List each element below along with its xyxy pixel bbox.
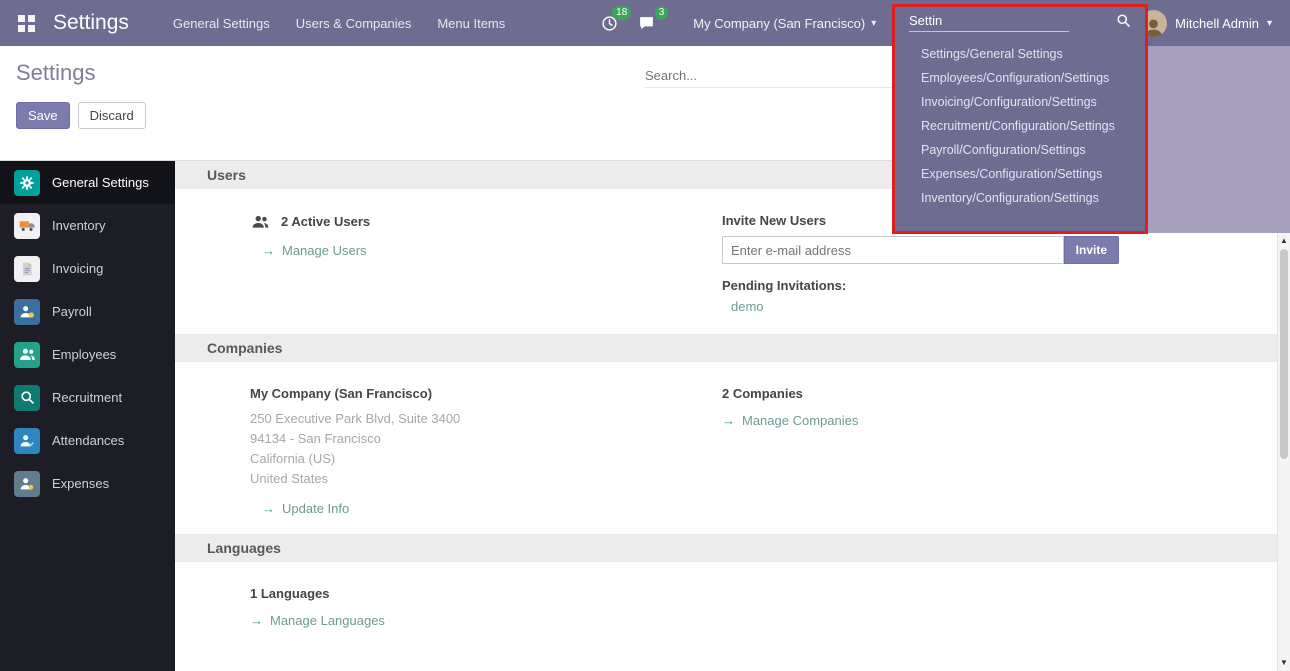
companies-count: 2 Companies xyxy=(722,386,1290,401)
company-display-name: My Company (San Francisco) xyxy=(250,386,722,401)
suggestion-item[interactable]: Invoicing/Configuration/Settings xyxy=(895,90,1145,114)
suggestion-item[interactable]: Recruitment/Configuration/Settings xyxy=(895,114,1145,138)
settings-content: Users 2 Active Users → Manage Users Invi… xyxy=(175,161,1290,671)
settings-sidebar: General Settings Inventory Invoicing Pay… xyxy=(0,161,175,671)
search-icon xyxy=(1116,13,1131,28)
pending-invitations-label: Pending Invitations: xyxy=(722,278,1290,293)
chevron-down-icon: ▾ xyxy=(871,18,876,29)
arrow-right-icon: → xyxy=(722,413,735,428)
navbar-menus: General Settings Users & Companies Menu … xyxy=(173,16,505,31)
apps-grid-icon[interactable] xyxy=(18,15,35,32)
save-button[interactable]: Save xyxy=(16,102,70,129)
section-header-companies: Companies xyxy=(175,334,1290,362)
expense-person-icon xyxy=(14,471,40,497)
sidebar-item-attendances[interactable]: Attendances xyxy=(0,419,175,462)
languages-count: 1 Languages xyxy=(250,586,722,601)
payroll-person-icon xyxy=(14,299,40,325)
invite-button[interactable]: Invite xyxy=(1064,236,1119,264)
chat-bubble-icon xyxy=(638,19,655,36)
sidebar-item-label: General Settings xyxy=(52,175,149,190)
company-switcher[interactable]: My Company (San Francisco) ▾ xyxy=(693,16,876,31)
sidebar-item-expenses[interactable]: Expenses xyxy=(0,462,175,505)
chevron-down-icon: ▾ xyxy=(1267,18,1272,29)
sidebar-item-label: Inventory xyxy=(52,218,105,233)
manage-languages-link[interactable]: → Manage Languages xyxy=(250,613,722,628)
systray: 18 3 My Company (San Francisco) ▾ xyxy=(591,10,876,37)
menu-search-row xyxy=(895,0,1145,42)
sidebar-item-label: Expenses xyxy=(52,476,109,491)
suggestion-item[interactable]: Inventory/Configuration/Settings xyxy=(895,186,1145,210)
suggestion-item[interactable]: Settings/General Settings xyxy=(895,42,1145,66)
sidebar-item-recruitment[interactable]: Recruitment xyxy=(0,376,175,419)
menu-search-suggestions: Settings/General Settings Employees/Conf… xyxy=(895,42,1145,210)
menu-search-dropdown: Settings/General Settings Employees/Conf… xyxy=(895,0,1145,233)
address-line: 250 Executive Park Blvd, Suite 3400 xyxy=(250,409,722,429)
address-line: 94134 - San Francisco xyxy=(250,429,722,449)
gear-icon xyxy=(14,170,40,196)
arrow-right-icon: → xyxy=(262,501,275,516)
vertical-scrollbar[interactable]: ▲ ▼ xyxy=(1277,233,1290,671)
sidebar-item-label: Attendances xyxy=(52,433,124,448)
languages-section-row: 1 Languages → Manage Languages xyxy=(175,562,1290,646)
document-icon xyxy=(14,256,40,282)
settings-main: General Settings Inventory Invoicing Pay… xyxy=(0,160,1290,671)
arrow-right-icon: → xyxy=(262,243,275,258)
suggestion-item[interactable]: Expenses/Configuration/Settings xyxy=(895,162,1145,186)
sidebar-item-invoicing[interactable]: Invoicing xyxy=(0,247,175,290)
user-menu[interactable]: Mitchell Admin ▾ xyxy=(1140,10,1278,37)
sidebar-item-inventory[interactable]: Inventory xyxy=(0,204,175,247)
address-line: California (US) xyxy=(250,449,722,469)
app-title: Settings xyxy=(53,11,129,35)
update-info-label[interactable]: Update Info xyxy=(282,501,349,516)
menu-search-input[interactable] xyxy=(909,10,1069,32)
messages-button[interactable]: 3 xyxy=(628,10,665,37)
menu-users-companies[interactable]: Users & Companies xyxy=(296,16,412,31)
sidebar-item-label: Employees xyxy=(52,347,116,362)
company-name: My Company (San Francisco) xyxy=(693,16,865,31)
scroll-up-icon[interactable]: ▲ xyxy=(1278,235,1290,247)
manage-companies-label[interactable]: Manage Companies xyxy=(742,413,858,428)
user-name: Mitchell Admin xyxy=(1175,16,1259,31)
sidebar-item-label: Payroll xyxy=(52,304,92,319)
message-count-badge: 3 xyxy=(655,6,669,20)
magnifier-icon xyxy=(14,385,40,411)
invite-row: Invite xyxy=(722,236,1119,264)
search-input[interactable] xyxy=(645,64,895,88)
manage-languages-label[interactable]: Manage Languages xyxy=(270,613,385,628)
sidebar-item-employees[interactable]: Employees xyxy=(0,333,175,376)
company-address: 250 Executive Park Blvd, Suite 3400 9413… xyxy=(250,409,722,489)
update-info-link[interactable]: → Update Info xyxy=(250,501,722,516)
pending-invitee-link[interactable]: demo xyxy=(722,299,764,314)
manage-users-link[interactable]: → Manage Users xyxy=(250,243,722,258)
attendance-person-icon xyxy=(14,428,40,454)
companies-section-row: My Company (San Francisco) 250 Executive… xyxy=(175,362,1290,534)
manage-companies-link[interactable]: → Manage Companies xyxy=(722,413,1290,428)
sidebar-item-label: Recruitment xyxy=(52,390,122,405)
sidebar-item-payroll[interactable]: Payroll xyxy=(0,290,175,333)
people-icon xyxy=(14,342,40,368)
arrow-right-icon: → xyxy=(250,613,263,628)
truck-icon xyxy=(14,213,40,239)
section-header-languages: Languages xyxy=(175,534,1290,562)
sidebar-item-label: Invoicing xyxy=(52,261,103,276)
activities-button[interactable]: 18 xyxy=(591,10,628,37)
systray-dropdown-panel xyxy=(1145,46,1290,233)
scroll-down-icon[interactable]: ▼ xyxy=(1278,657,1290,669)
discard-button[interactable]: Discard xyxy=(78,102,146,129)
clock-icon xyxy=(601,19,618,36)
address-line: United States xyxy=(250,469,722,489)
active-users-count: 2 Active Users xyxy=(281,214,370,230)
menu-general-settings[interactable]: General Settings xyxy=(173,16,270,31)
manage-users-label[interactable]: Manage Users xyxy=(282,243,367,258)
sidebar-item-general-settings[interactable]: General Settings xyxy=(0,161,175,204)
suggestion-item[interactable]: Payroll/Configuration/Settings xyxy=(895,138,1145,162)
suggestion-item[interactable]: Employees/Configuration/Settings xyxy=(895,66,1145,90)
scrollbar-thumb[interactable] xyxy=(1280,249,1288,459)
menu-menu-items[interactable]: Menu Items xyxy=(437,16,505,31)
invite-email-input[interactable] xyxy=(722,236,1064,264)
users-group-icon xyxy=(250,213,271,231)
